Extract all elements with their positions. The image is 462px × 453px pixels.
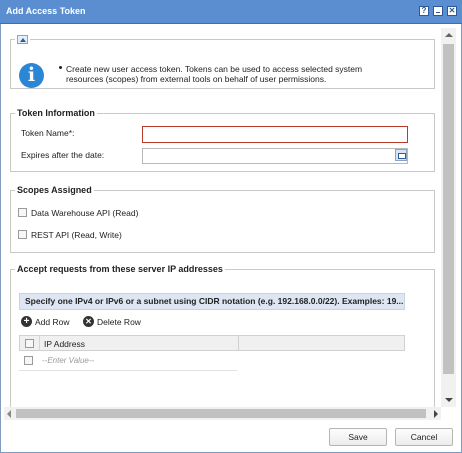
token-information-legend: Token Information (17, 108, 95, 118)
row-checkbox[interactable] (24, 356, 33, 365)
scope-dw-label: Data Warehouse API (Read) (31, 208, 139, 218)
ip-legend: Accept requests from these server IP add… (17, 264, 223, 274)
help-icon[interactable]: ? (419, 6, 429, 16)
minimize-icon[interactable] (433, 6, 443, 16)
vertical-scrollbar[interactable] (441, 28, 456, 407)
bullet-icon (57, 62, 63, 70)
scroll-right-icon[interactable] (434, 410, 438, 418)
add-row-label: Add Row (35, 317, 70, 327)
collapse-info-button[interactable] (17, 35, 28, 45)
dialog-titlebar: Add Access Token ? ✕ (0, 0, 462, 24)
scroll-up-icon[interactable] (445, 33, 453, 37)
ip-grid-hint: Specify one IPv4 or IPv6 or a subnet usi… (19, 293, 405, 310)
close-icon[interactable]: ✕ (447, 6, 457, 16)
scope-dw-checkbox[interactable] (18, 208, 27, 217)
horizontal-scroll-thumb[interactable] (16, 409, 426, 418)
scope-rest-checkbox[interactable] (18, 230, 27, 239)
select-all-checkbox[interactable] (25, 339, 34, 348)
ip-grid-column-header: IP Address (19, 335, 405, 351)
dialog-footer (1, 421, 461, 452)
info-icon: i (19, 63, 44, 89)
ip-address-column-label: IP Address (44, 339, 85, 349)
scope-rest-label: REST API (Read, Write) (31, 230, 122, 240)
scopes-section: Scopes Assigned (10, 185, 435, 253)
info-panel: i Create new user access token. Tokens c… (10, 34, 435, 89)
delete-row-label: Delete Row (97, 317, 141, 327)
dialog-content: i Create new user access token. Tokens c… (4, 28, 441, 407)
expires-date-input[interactable] (142, 148, 408, 164)
ip-value-placeholder[interactable]: --Enter Value-- (42, 356, 94, 365)
plus-icon: + (21, 316, 32, 327)
info-text: Create new user access token. Tokens can… (66, 64, 363, 85)
cancel-button[interactable]: Cancel (395, 428, 453, 446)
ip-section: Accept requests from these server IP add… (10, 264, 435, 407)
vertical-scroll-thumb[interactable] (443, 44, 454, 374)
token-name-label: Token Name*: (21, 128, 75, 138)
horizontal-scrollbar[interactable] (4, 407, 441, 420)
dialog-title: Add Access Token (6, 6, 86, 16)
token-name-input[interactable] (142, 126, 408, 143)
calendar-icon[interactable] (394, 149, 407, 163)
delete-icon: ✕ (83, 316, 94, 327)
scopes-legend: Scopes Assigned (17, 185, 92, 195)
save-button[interactable]: Save (329, 428, 387, 446)
expires-date-label: Expires after the date: (21, 150, 105, 160)
scroll-down-icon[interactable] (445, 398, 453, 402)
scroll-left-icon[interactable] (7, 410, 11, 418)
